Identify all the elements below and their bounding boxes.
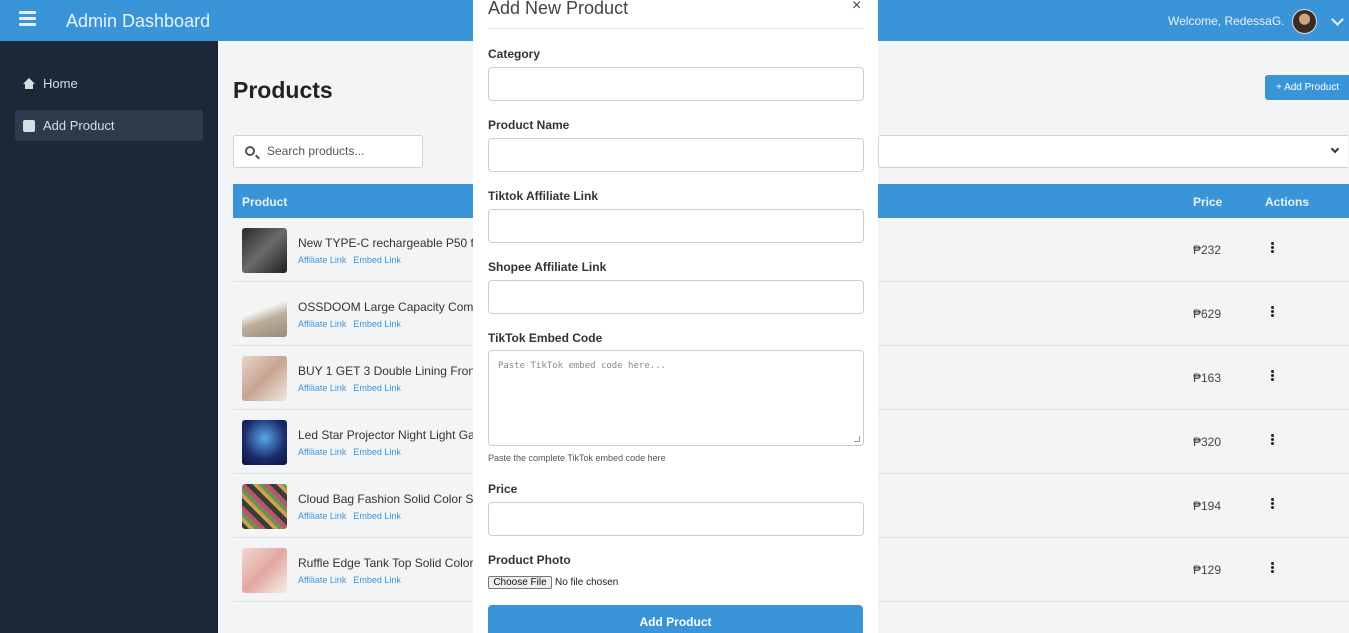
product-thumbnail [242,292,287,337]
home-icon [23,77,35,90]
shopee-link-field[interactable] [488,280,864,314]
more-actions-icon[interactable] [1271,434,1275,446]
divider [488,28,863,29]
product-price: ₱232 [1193,243,1222,257]
category-label: Category [488,47,541,61]
add-product-modal: Add New Product × Category Product Name … [473,0,878,633]
welcome-text: Welcome, RedessaG. [1168,14,1285,28]
file-status: No file chosen [555,577,619,588]
product-links: Affiliate Link Embed Link [298,383,408,393]
embed-link[interactable]: Embed Link [353,383,401,393]
app-title: Admin Dashboard [66,11,211,31]
page-title: Products [233,77,333,103]
resize-handle-icon[interactable] [854,436,860,442]
product-name: Led Star Projector Night Light Ga [298,428,475,442]
chevron-down-icon[interactable] [1331,13,1344,26]
embed-link[interactable]: Embed Link [353,447,401,457]
price-input[interactable] [489,503,863,535]
affiliate-link[interactable]: Affiliate Link [298,575,346,585]
product-name: Ruffle Edge Tank Top Solid Color [298,556,474,570]
chevron-down-icon [1330,144,1340,154]
sidebar: Home Add Product [0,41,218,633]
product-name-input[interactable] [489,139,863,171]
embed-code-label: TikTok Embed Code [488,331,603,345]
tiktok-link-field[interactable] [488,209,864,243]
product-price: ₱194 [1193,499,1222,513]
sidebar-item-home[interactable]: Home [15,68,203,99]
menu-icon[interactable] [19,11,36,26]
choose-file-button[interactable]: Choose File [488,576,552,589]
embed-link[interactable]: Embed Link [353,255,401,265]
column-header-actions: Actions [1265,195,1310,209]
sidebar-item-add-product[interactable]: Add Product [15,110,203,141]
price-label: Price [488,482,518,496]
product-price: ₱129 [1193,563,1222,577]
affiliate-link[interactable]: Affiliate Link [298,319,346,329]
product-name: OSSDOOM Large Capacity Comm [298,300,484,314]
product-price: ₱629 [1193,307,1222,321]
search-box [233,135,423,168]
add-product-submit-button[interactable]: Add Product [488,605,863,633]
product-price: ₱163 [1193,371,1222,385]
product-links: Affiliate Link Embed Link [298,511,408,521]
affiliate-link[interactable]: Affiliate Link [298,511,346,521]
product-name: Cloud Bag Fashion Solid Color Sin [298,492,483,506]
close-icon[interactable]: × [852,0,861,15]
product-thumbnail [242,420,287,465]
add-product-button[interactable]: + Add Product [1265,75,1349,100]
product-name-label: Product Name [488,118,570,132]
product-name: BUY 1 GET 3 Double Lining Front [298,364,479,378]
product-thumbnail [242,548,287,593]
shopee-link-label: Shopee Affiliate Link [488,260,607,274]
column-header-product: Product [242,195,288,209]
more-actions-icon[interactable] [1271,562,1275,574]
modal-title: Add New Product [488,0,629,18]
embed-code-field[interactable] [488,350,864,446]
tiktok-link-label: Tiktok Affiliate Link [488,189,599,203]
product-thumbnail [242,356,287,401]
embed-code-textarea[interactable] [489,351,863,445]
embed-code-help: Paste the complete TikTok embed code her… [488,453,666,463]
tiktok-link-input[interactable] [489,210,863,242]
box-icon [23,119,35,132]
product-thumbnail [242,484,287,529]
more-actions-icon[interactable] [1271,242,1275,254]
category-input[interactable] [489,68,863,100]
embed-link[interactable]: Embed Link [353,511,401,521]
photo-label: Product Photo [488,553,571,567]
embed-link[interactable]: Embed Link [353,575,401,585]
product-name: New TYPE-C rechargeable P50 fla [298,236,484,250]
product-price: ₱320 [1193,435,1222,449]
affiliate-link[interactable]: Affiliate Link [298,255,346,265]
more-actions-icon[interactable] [1271,306,1275,318]
search-input[interactable] [267,144,417,158]
column-header-price: Price [1193,195,1223,209]
sidebar-item-label: Add Product [43,118,115,133]
sidebar-item-label: Home [43,76,78,91]
price-field[interactable] [488,502,864,536]
more-actions-icon[interactable] [1271,370,1275,382]
product-links: Affiliate Link Embed Link [298,575,408,585]
affiliate-link[interactable]: Affiliate Link [298,383,346,393]
avatar[interactable] [1292,9,1317,34]
search-icon [245,146,255,156]
category-field[interactable] [488,67,864,101]
product-links: Affiliate Link Embed Link [298,319,408,329]
product-links: Affiliate Link Embed Link [298,255,408,265]
embed-link[interactable]: Embed Link [353,319,401,329]
affiliate-link[interactable]: Affiliate Link [298,447,346,457]
product-links: Affiliate Link Embed Link [298,447,408,457]
shopee-link-input[interactable] [489,281,863,313]
product-thumbnail [242,228,287,273]
product-name-field[interactable] [488,138,864,172]
category-filter-select[interactable] [878,135,1348,168]
more-actions-icon[interactable] [1271,498,1275,510]
